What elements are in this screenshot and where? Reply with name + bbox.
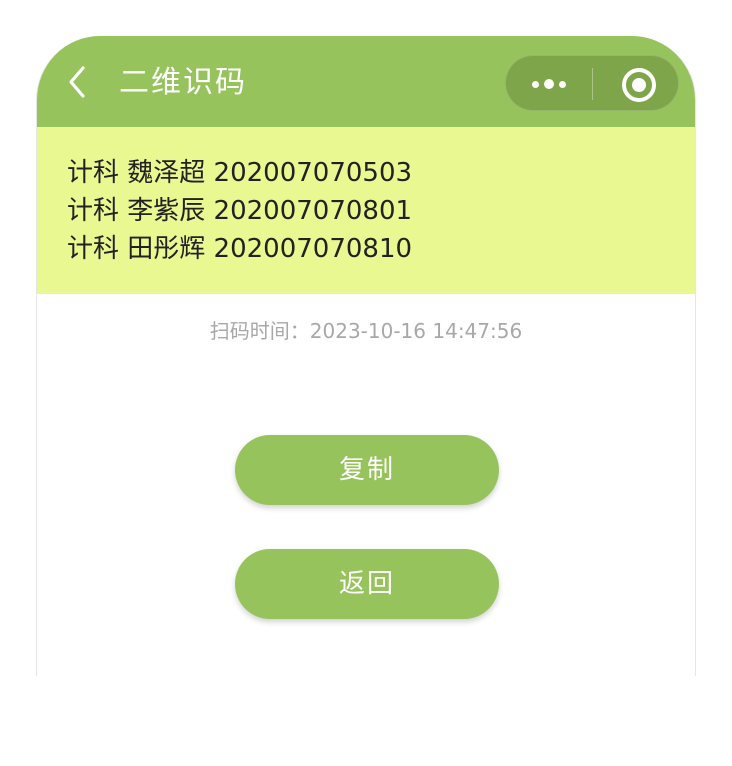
more-button[interactable] [506,56,592,112]
result-line: 计科 李紫辰 202007070801 [67,196,413,226]
close-button[interactable] [594,56,680,112]
return-button[interactable]: 返回 [235,549,499,619]
scan-result-panel: 计科 魏泽超 202007070503 计科 李紫辰 202007070801 … [37,127,695,294]
copy-button[interactable]: 复制 [235,435,499,505]
navigation-bar: 二维识码 [37,36,695,127]
mini-program-capsule [505,55,679,111]
back-button[interactable] [63,64,93,100]
capsule-divider [592,68,593,100]
result-line: 计科 魏泽超 202007070503 [67,158,413,188]
scan-time-label: 扫码时间：2023-10-16 14:47:56 [209,319,523,343]
result-line: 计科 田彤辉 202007070810 [67,234,413,264]
phone-frame: 二维识码 计科 魏泽超 202007070503 计科 李紫辰 20200707… [36,36,696,676]
scan-result-text: 计科 魏泽超 202007070503 计科 李紫辰 202007070801 … [67,154,412,268]
chevron-left-icon [69,66,85,98]
page-title: 二维识码 [119,65,247,100]
